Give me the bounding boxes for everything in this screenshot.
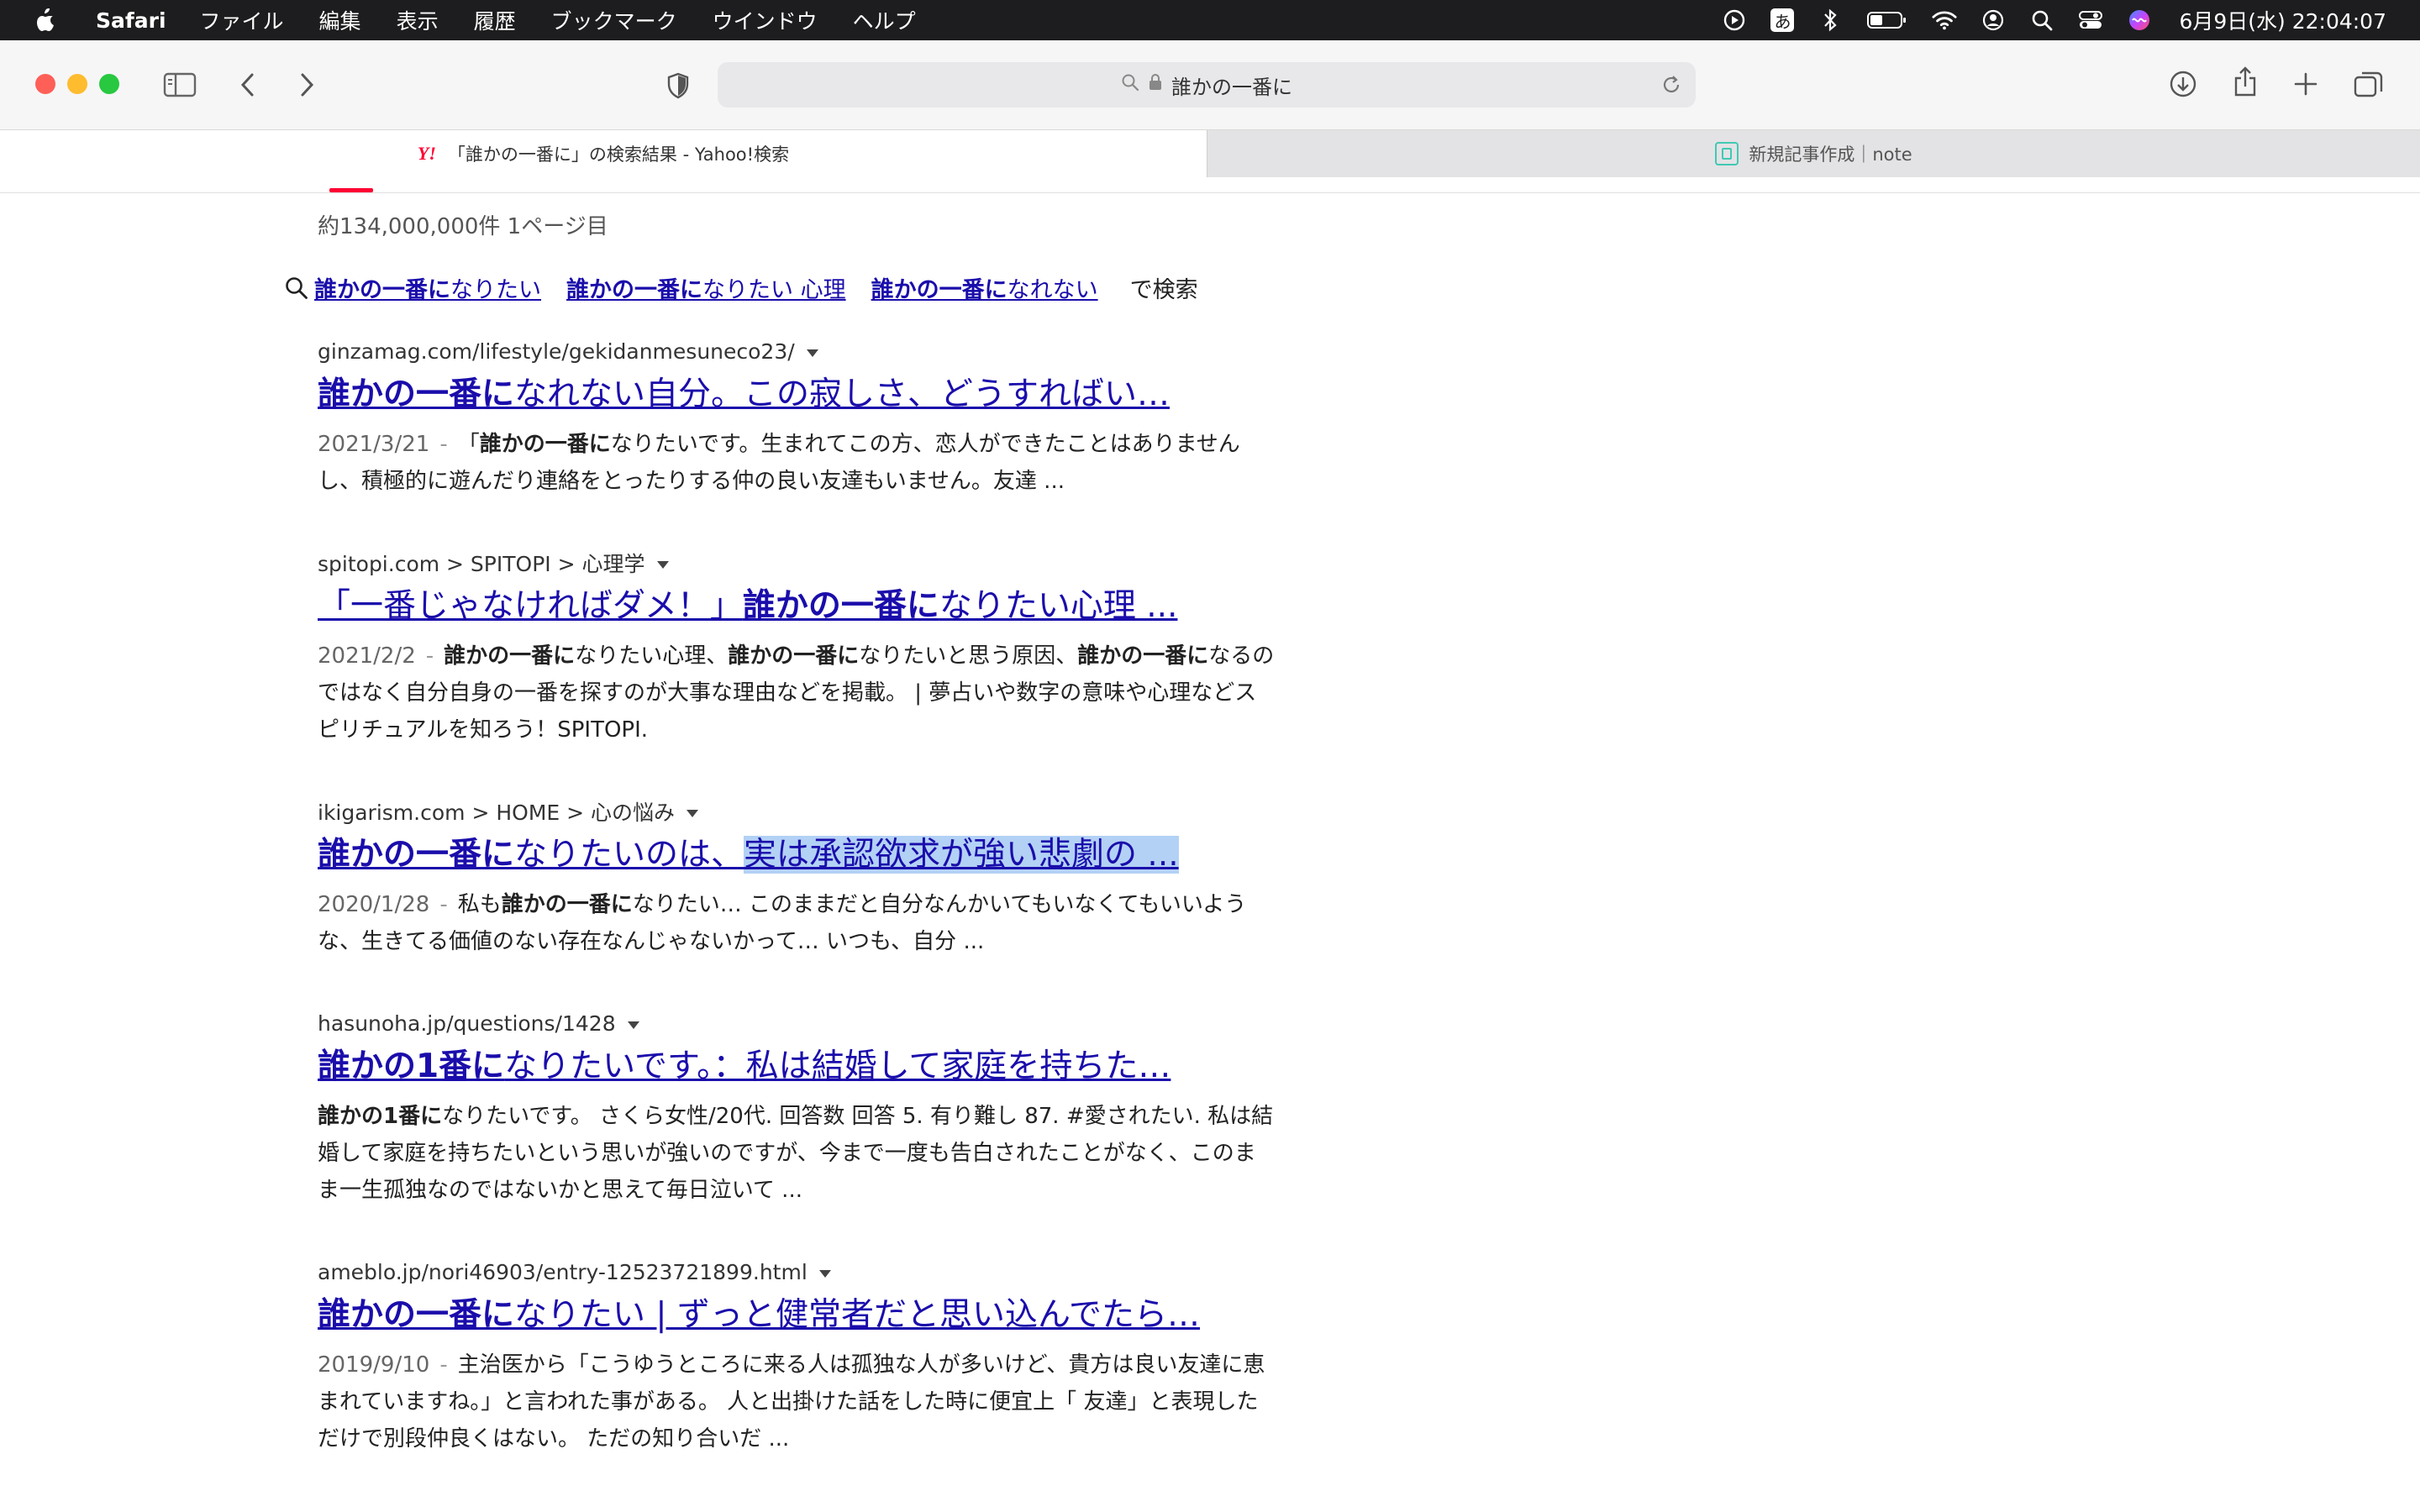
status-area: あ 6月9日(水) 22:04:07 (1698, 0, 2386, 40)
menu-history[interactable]: 履歴 (474, 5, 516, 35)
result-snippet: 2021/3/21- 「誰かの一番になりたいです。生まれてこの方、恋人ができたこと… (318, 432, 1240, 494)
address-bar[interactable]: 誰かの一番に (718, 62, 1696, 108)
active-tab-indicator (329, 188, 373, 192)
result-url[interactable]: ikigarism.com > HOME > 心の悩み (318, 797, 1276, 826)
search-icon (284, 276, 309, 301)
downloads-icon[interactable] (2168, 69, 2198, 99)
bluetooth-icon[interactable] (1818, 8, 1843, 33)
search-result: ikigarism.com > HOME > 心の悩み 誰かの一番になりたいのは… (318, 797, 1276, 960)
forward-chevron-icon[interactable] (294, 71, 319, 99)
result-url[interactable]: hasunoha.jp/questions/1428 (318, 1009, 1276, 1037)
result-snippet: 誰かの1番になりたいです。 さくら女性/20代. 回答数 回答 5. 有り難し … (318, 1104, 1274, 1203)
result-title-link[interactable]: 誰かの1番になりたいです。：私は結婚して家庭を持ちた… (318, 1044, 1276, 1089)
menu-window[interactable]: ウインドウ (713, 5, 818, 35)
menu-bookmarks[interactable]: ブックマーク (551, 5, 677, 35)
caret-down-icon[interactable] (806, 349, 818, 357)
spotlight-search-icon[interactable] (2029, 8, 2054, 33)
new-tab-plus-icon[interactable] (2291, 69, 2321, 99)
tab-label: 新規記事作成｜note (1749, 144, 1912, 165)
caret-down-icon[interactable] (656, 560, 669, 569)
sidebar-toggle-icon[interactable] (163, 71, 197, 99)
related-searches: 誰かの一番になりたい 誰かの一番になりたい 心理 誰かの一番になれない で検索 (284, 271, 1198, 304)
user-account-icon[interactable] (1981, 8, 2006, 33)
address-text: 誰かの一番に (1171, 75, 1292, 99)
play-circle-icon[interactable] (1722, 8, 1747, 33)
share-icon[interactable] (2230, 66, 2260, 99)
note-favicon-icon (1715, 142, 1739, 165)
wifi-icon[interactable] (1932, 8, 1957, 33)
apple-icon[interactable] (34, 7, 67, 34)
related-link-2[interactable]: 誰かの一番になりたい 心理 (566, 271, 846, 304)
result-title-link[interactable]: 誰かの一番になれない自分。この寂しさ、どうすればい… (318, 372, 1276, 417)
result-snippet: 2021/2/2- 誰かの一番になりたい心理、誰かの一番になりたいと思う原因、誰か… (318, 643, 1275, 743)
reload-icon[interactable] (1660, 74, 1682, 101)
search-icon (1121, 73, 1139, 97)
menu-bar: Safari ファイル 編集 表示 履歴 ブックマーク ウインドウ ヘルプ あ (0, 0, 2420, 40)
result-title-link[interactable]: 誰かの一番になりたいのは、実は承認欲求が強い悲劇の ... (318, 832, 1276, 878)
result-title-link[interactable]: 誰かの一番になりたい | ずっと健常者だと思い込んでたら… (318, 1293, 1276, 1338)
search-result: spitopi.com > SPITOPI > 心理学 「一番じゃなければダメ！… (318, 549, 1276, 748)
siri-icon[interactable] (2127, 8, 2152, 33)
related-link-1[interactable]: 誰かの一番になりたい (314, 271, 541, 304)
related-suffix: で検索 (1129, 277, 1198, 303)
search-result: ameblo.jp/nori46903/entry-12523721899.ht… (318, 1257, 1276, 1457)
caret-down-icon[interactable] (818, 1269, 831, 1278)
yahoo-favicon: Y! (417, 143, 436, 164)
web-content: 約134,000,000件 1ページ目 誰かの一番になりたい 誰かの一番になりた… (0, 177, 2420, 1512)
results-count: 約134,000,000件 1ページ目 (318, 214, 608, 239)
tab-note-new-article[interactable]: 新規記事作成｜note (1207, 130, 2420, 177)
result-title-link[interactable]: 「一番じゃなければダメ！」誰かの一番になりたい心理 ... (318, 584, 1276, 629)
menubar-clock[interactable]: 6月9日(水) 22:04:07 (2179, 5, 2386, 35)
result-url[interactable]: ginzamag.com/lifestyle/gekidanmesuneco23… (318, 337, 1276, 365)
search-result: hasunoha.jp/questions/1428 誰かの1番になりたいです。… (318, 1009, 1276, 1209)
menu-file[interactable]: ファイル (200, 5, 284, 35)
caret-down-icon[interactable] (687, 809, 699, 817)
app-name-menu[interactable]: Safari (96, 8, 166, 33)
menu-edit[interactable]: 編集 (319, 5, 361, 35)
tab-yahoo-search[interactable]: Y! 「誰かの一番に」の検索結果 - Yahoo!検索 (0, 130, 1207, 177)
menu-help[interactable]: ヘルプ (853, 5, 916, 35)
close-window-button[interactable] (35, 74, 55, 94)
divider (0, 192, 2420, 193)
tab-overview-icon[interactable] (2353, 69, 2385, 99)
tab-bar: Y! 「誰かの一番に」の検索結果 - Yahoo!検索 新規記事作成｜note (0, 129, 2420, 178)
zoom-window-button[interactable] (99, 74, 119, 94)
result-snippet: 2019/9/10- 主治医から「こうゆうところに来る人は孤独な人が多いけど、貴方… (318, 1352, 1265, 1452)
caret-down-icon[interactable] (627, 1021, 639, 1029)
input-method-icon[interactable]: あ (1770, 8, 1795, 32)
lock-icon (1148, 73, 1163, 97)
tab-label: 「誰かの一番に」の検索結果 - Yahoo!検索 (447, 144, 790, 165)
control-center-icon[interactable] (2078, 8, 2103, 33)
search-result: ginzamag.com/lifestyle/gekidanmesuneco23… (318, 337, 1276, 500)
result-url[interactable]: ameblo.jp/nori46903/entry-12523721899.ht… (318, 1257, 1276, 1286)
result-snippet: 2020/1/28- 私も誰かの一番になりたい… このままだと自分なんかいてもいな… (318, 892, 1247, 954)
safari-toolbar: 誰かの一番に (0, 40, 2420, 129)
selected-text: 実は承認欲求が強い悲劇の ... (744, 836, 1179, 874)
minimize-window-button[interactable] (67, 74, 87, 94)
result-url[interactable]: spitopi.com > SPITOPI > 心理学 (318, 549, 1276, 577)
battery-icon[interactable] (1866, 8, 1908, 33)
menu-view[interactable]: 表示 (397, 5, 439, 35)
back-chevron-icon[interactable] (235, 71, 260, 99)
related-link-3[interactable]: 誰かの一番になれない (871, 271, 1098, 304)
privacy-shield-icon[interactable] (664, 71, 692, 101)
